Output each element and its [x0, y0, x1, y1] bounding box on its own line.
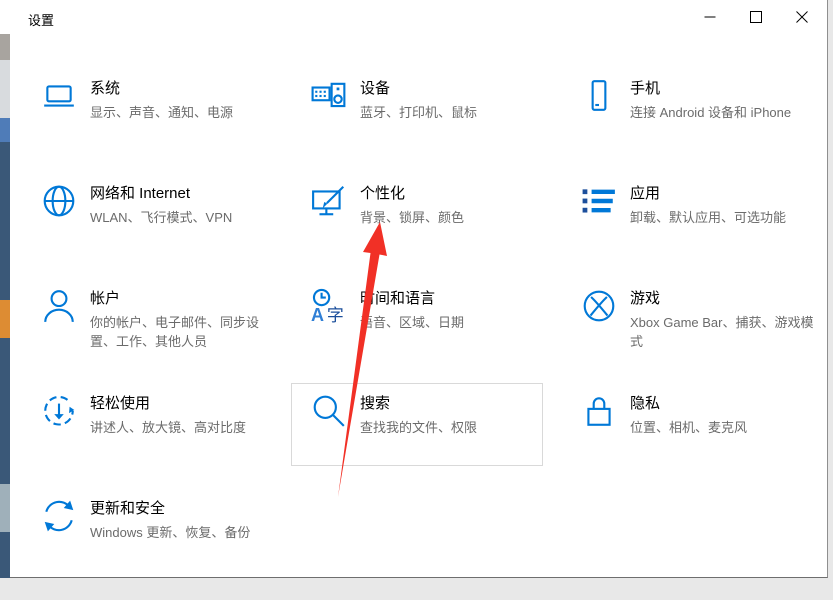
tile-subtitle: 显示、声音、通知、电源: [90, 103, 282, 122]
tile-subtitle: 位置、相机、麦克风: [630, 418, 822, 437]
svg-text:字: 字: [327, 305, 344, 324]
tile-system[interactable]: 系统 显示、声音、通知、电源: [38, 75, 294, 180]
tile-subtitle: 语音、区域、日期: [360, 313, 552, 332]
desktop-edge-segment: [0, 34, 10, 60]
tile-ease-of-access[interactable]: 轻松使用 讲述人、放大镜、高对比度: [38, 390, 294, 495]
titlebar: 设置: [10, 0, 827, 36]
laptop-icon: [38, 78, 80, 114]
minimize-icon: [704, 11, 716, 23]
phone-icon: [578, 78, 620, 114]
personalization-icon: [308, 183, 350, 219]
tile-title: 手机: [630, 79, 822, 99]
settings-window: 设置 系统 显示、声音、通知、电源: [10, 0, 828, 578]
tile-subtitle: 你的帐户、电子邮件、同步设置、工作、其他人员: [90, 313, 282, 351]
tile-title: 个性化: [360, 184, 552, 204]
close-button[interactable]: [779, 0, 825, 34]
tile-subtitle: WLAN、飞行模式、VPN: [90, 208, 282, 227]
svg-text:A: A: [311, 305, 324, 324]
clock-language-icon: A 字: [308, 288, 350, 324]
tile-subtitle: Xbox Game Bar、捕获、游戏模式: [630, 313, 822, 351]
lock-icon: [578, 393, 620, 429]
desktop-edge-segment: [0, 0, 10, 34]
tile-subtitle: 连接 Android 设备和 iPhone: [630, 103, 822, 122]
xbox-icon: [578, 288, 620, 324]
person-icon: [38, 288, 80, 324]
tile-time-language[interactable]: A 字 时间和语言 语音、区域、日期: [308, 285, 564, 390]
tile-subtitle: 蓝牙、打印机、鼠标: [360, 103, 552, 122]
tile-subtitle: 背景、锁屏、颜色: [360, 208, 552, 227]
sync-icon: [38, 498, 80, 534]
tile-phone[interactable]: 手机 连接 Android 设备和 iPhone: [578, 75, 833, 180]
desktop-edge: [0, 0, 10, 578]
window-title: 设置: [28, 10, 54, 29]
tile-apps[interactable]: 应用 卸载、默认应用、可选功能: [578, 180, 833, 285]
tile-title: 轻松使用: [90, 394, 282, 414]
tile-title: 隐私: [630, 394, 822, 414]
globe-icon: [38, 183, 80, 219]
tile-subtitle: 讲述人、放大镜、高对比度: [90, 418, 282, 437]
settings-grid: 系统 显示、声音、通知、电源 设备 蓝牙、打印机、鼠标: [38, 75, 833, 600]
tile-privacy[interactable]: 隐私 位置、相机、麦克风: [578, 390, 833, 495]
apps-list-icon: [578, 183, 620, 219]
search-icon: [308, 393, 350, 429]
tile-title: 搜索: [360, 394, 552, 414]
devices-icon: [308, 78, 350, 114]
tile-title: 设备: [360, 79, 552, 99]
maximize-button[interactable]: [733, 0, 779, 34]
desktop-edge-segment: [0, 118, 10, 142]
tile-gaming[interactable]: 游戏 Xbox Game Bar、捕获、游戏模式: [578, 285, 833, 390]
tile-title: 游戏: [630, 289, 822, 309]
tile-subtitle: Windows 更新、恢复、备份: [90, 523, 282, 542]
tile-subtitle: 查找我的文件、权限: [360, 418, 552, 437]
tile-subtitle: 卸载、默认应用、可选功能: [630, 208, 822, 227]
tile-personalization[interactable]: 个性化 背景、锁屏、颜色: [308, 180, 564, 285]
desktop-icon-sliver: [0, 484, 10, 532]
tile-search[interactable]: 搜索 查找我的文件、权限: [308, 390, 564, 495]
maximize-icon: [750, 11, 762, 23]
tile-title: 系统: [90, 79, 282, 99]
tile-title: 帐户: [90, 289, 282, 309]
tile-title: 时间和语言: [360, 289, 552, 309]
window-controls: [687, 0, 825, 34]
desktop-icon-sliver: [0, 300, 10, 338]
ease-of-access-icon: [38, 393, 80, 429]
minimize-button[interactable]: [687, 0, 733, 34]
close-icon: [796, 11, 808, 23]
tile-update-security[interactable]: 更新和安全 Windows 更新、恢复、备份: [38, 495, 294, 600]
tile-network[interactable]: 网络和 Internet WLAN、飞行模式、VPN: [38, 180, 294, 285]
tile-title: 更新和安全: [90, 499, 282, 519]
tile-accounts[interactable]: 帐户 你的帐户、电子邮件、同步设置、工作、其他人员: [38, 285, 294, 390]
desktop-edge-segment: [0, 60, 10, 118]
tile-devices[interactable]: 设备 蓝牙、打印机、鼠标: [308, 75, 564, 180]
tile-title: 网络和 Internet: [90, 184, 282, 204]
tile-title: 应用: [630, 184, 822, 204]
